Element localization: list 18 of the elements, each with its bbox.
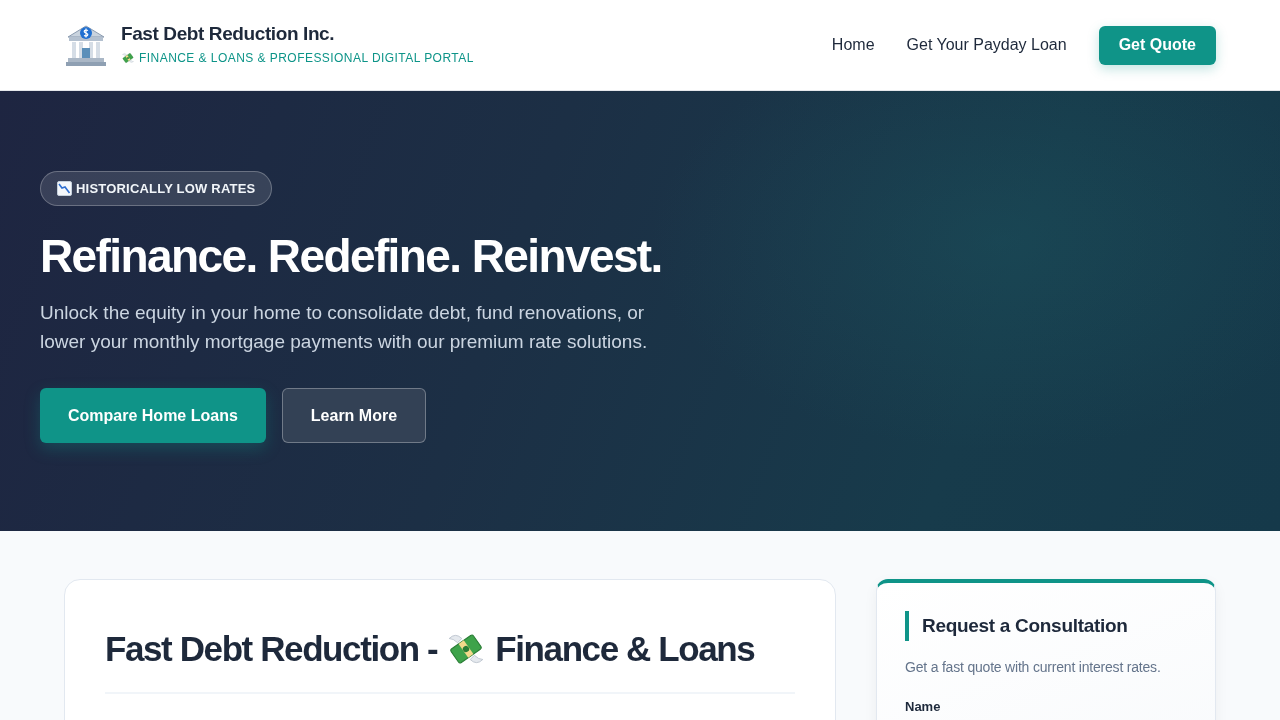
badge-text: HISTORICALLY LOW RATES: [76, 181, 256, 196]
nav-link[interactable]: Home: [831, 36, 875, 54]
consultation-title: Request a Consultation: [905, 611, 1187, 641]
compare-loans-button[interactable]: Compare Home Loans: [40, 388, 266, 443]
brand-tagline: FINANCE & LOANS & PROFESSIONAL DIGITAL PORTAL: [139, 51, 474, 65]
nav-link[interactable]: Get Your Payday Loan: [906, 36, 1067, 54]
brand-name: Fast Debt Reduction Inc.: [121, 23, 336, 45]
money-with-wings-icon: [121, 51, 135, 65]
learn-more-button[interactable]: Learn More: [281, 388, 427, 443]
bank-icon: [66, 24, 106, 66]
chart-down-icon: [57, 181, 72, 196]
article-title: Finance & Loans: [495, 628, 755, 670]
get-quote-button[interactable]: Get Quote: [1098, 25, 1216, 65]
hero-title: Refinance. Redefine. Reinvest.: [40, 229, 662, 284]
article-title: Fast Debt Reduction -: [105, 628, 438, 670]
consultation-subtitle: Get a fast quote with current interest rates.: [905, 659, 1162, 675]
field-label: Name: [905, 699, 942, 714]
hero-description: Unlock the equity in your home to consolidate debt, fund renovations, or lower your monthly mortgage payments with our premium rate solutions.: [40, 301, 649, 354]
